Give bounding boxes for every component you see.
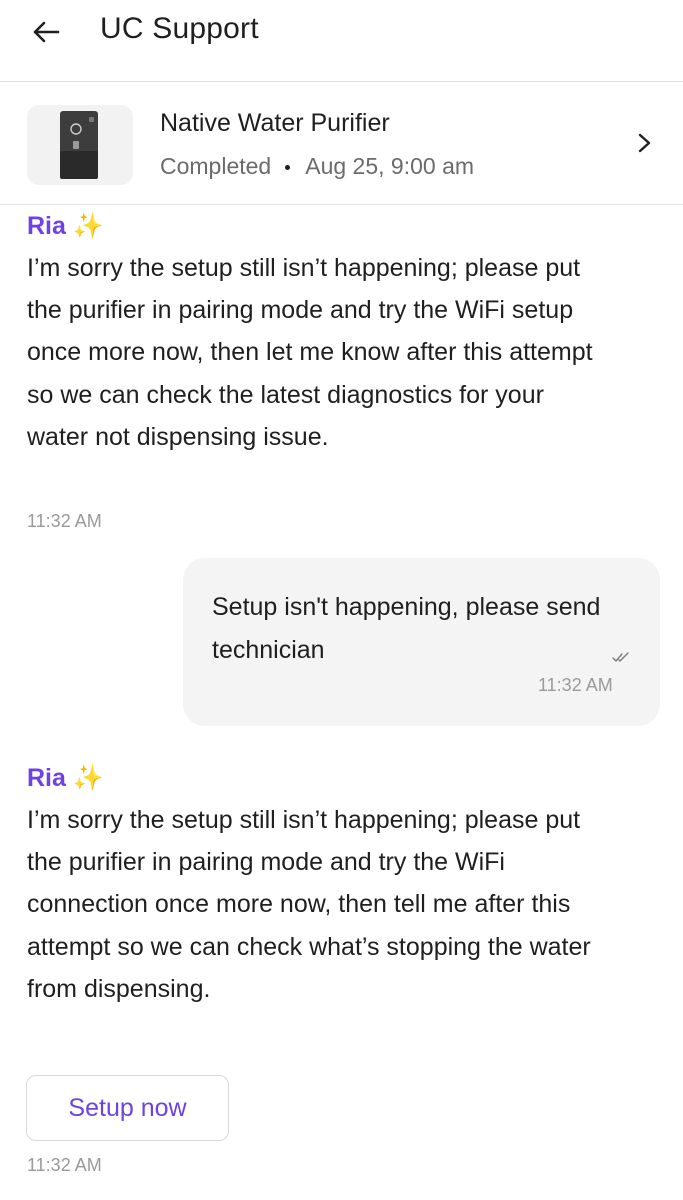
booking-meta: Completed Aug 25, 9:00 am [160, 153, 474, 180]
page-title: UC Support [100, 12, 259, 45]
booking-status: Completed [160, 153, 272, 179]
booking-card[interactable]: Native Water Purifier Completed Aug 25, … [0, 83, 683, 205]
back-button[interactable] [26, 14, 66, 50]
double-check-icon [612, 652, 629, 662]
separator-dot [285, 165, 291, 170]
setup-now-button[interactable]: Setup now [26, 1075, 229, 1141]
message-timestamp: 11:32 AM [27, 1155, 102, 1175]
message-timestamp: 11:32 AM [27, 511, 102, 531]
user-message: Setup isn't happening, please send techn… [212, 593, 601, 664]
agent-message: I’m sorry the setup still isn’t happenin… [27, 806, 591, 1003]
agent-message: I’m sorry the setup still isn’t happenin… [27, 254, 593, 451]
product-name: Native Water Purifier [160, 109, 390, 137]
agent-name: Ria ✨ [27, 764, 104, 792]
arrow-left-icon [33, 21, 60, 43]
chat-screen: UC Support Native Water Purifier Complet… [0, 0, 683, 1200]
product-image [27, 105, 133, 185]
booking-datetime: Aug 25, 9:00 am [305, 153, 475, 179]
user-message-bubble: Setup isn't happening, please send techn… [183, 558, 660, 726]
chevron-right-icon [638, 133, 651, 153]
water-purifier-icon [60, 111, 98, 179]
agent-name: Ria ✨ [27, 212, 104, 240]
app-header: UC Support [0, 0, 683, 82]
message-timestamp: 11:32 AM [538, 675, 613, 695]
